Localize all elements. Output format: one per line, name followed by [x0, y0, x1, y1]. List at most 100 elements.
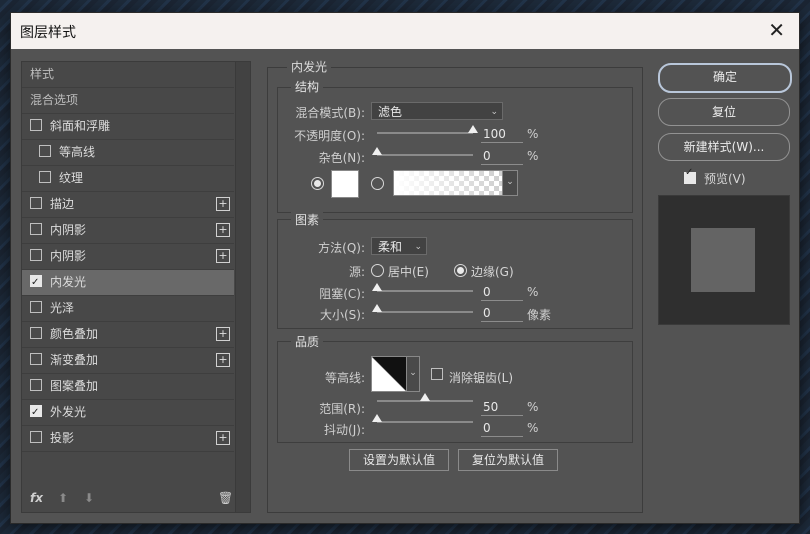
preview-square — [691, 228, 755, 292]
gradient-swatch[interactable] — [393, 170, 503, 196]
style-item-checkbox[interactable] — [30, 431, 42, 443]
style-item-5[interactable]: 描边 + — [22, 192, 234, 218]
style-item-checkbox[interactable] — [39, 145, 51, 157]
style-item-3[interactable]: 等高线 — [22, 140, 234, 166]
noise-input[interactable]: 0 — [481, 148, 523, 165]
style-item-label: 样式 — [30, 67, 55, 81]
move-down-icon[interactable]: ⬇ — [84, 491, 94, 505]
size-slider-thumb[interactable] — [372, 304, 382, 312]
source-edge-radio[interactable] — [454, 264, 467, 277]
solid-color-radio[interactable] — [311, 177, 324, 190]
source-center-radio[interactable] — [371, 264, 384, 277]
size-slider[interactable] — [372, 304, 473, 313]
style-item-label: 内阴影 — [50, 249, 87, 263]
style-item-label: 描边 — [50, 197, 75, 211]
styles-list-footer: fx ⬆ ⬇ 🗑 — [22, 486, 234, 512]
add-icon[interactable]: + — [216, 197, 230, 211]
dialog-title: 图层样式 — [20, 25, 76, 41]
styles-list-scrollbar[interactable] — [235, 62, 250, 512]
style-item-8[interactable]: 内发光 — [22, 270, 234, 296]
choke-label: 阻塞(C): — [319, 287, 365, 301]
contour-dropdown[interactable]: ⌄ — [406, 356, 420, 392]
style-item-11[interactable]: 渐变叠加 + — [22, 348, 234, 374]
add-icon[interactable]: + — [216, 353, 230, 367]
style-item-10[interactable]: 颜色叠加 + — [22, 322, 234, 348]
style-item-14[interactable]: 投影 + — [22, 426, 234, 452]
method-select[interactable]: 柔和 ⌄ — [371, 237, 427, 255]
add-icon[interactable]: + — [216, 249, 230, 263]
style-preview — [658, 195, 790, 325]
style-item-checkbox[interactable] — [30, 197, 42, 209]
contour-preview[interactable] — [371, 356, 407, 392]
style-item-7[interactable]: 内阴影 + — [22, 244, 234, 270]
add-icon[interactable]: + — [216, 431, 230, 445]
jitter-input[interactable]: 0 — [481, 420, 523, 437]
style-item-9[interactable]: 光泽 — [22, 296, 234, 322]
jitter-slider-thumb[interactable] — [372, 414, 382, 422]
style-item-0[interactable]: 样式 — [22, 62, 234, 88]
style-item-label: 斜面和浮雕 — [50, 119, 111, 133]
ok-button[interactable]: 确定 — [658, 63, 792, 93]
opacity-input[interactable]: 100 — [481, 126, 523, 143]
fx-icon[interactable]: fx — [30, 491, 43, 505]
choke-slider-thumb[interactable] — [372, 283, 382, 291]
add-icon[interactable]: + — [216, 223, 230, 237]
source-center-label[interactable]: 居中(E) — [388, 263, 429, 280]
set-default-button[interactable]: 设置为默认值 — [349, 449, 449, 471]
source-edge-label[interactable]: 边缘(G) — [471, 263, 514, 280]
style-item-checkbox[interactable] — [39, 171, 51, 183]
jitter-slider[interactable] — [372, 414, 473, 423]
style-item-checkbox[interactable] — [30, 379, 42, 391]
noise-unit: % — [527, 149, 539, 163]
style-item-4[interactable]: 纹理 — [22, 166, 234, 192]
preview-label[interactable]: 预览(V) — [704, 170, 746, 187]
gradient-radio[interactable] — [371, 177, 384, 190]
style-item-checkbox[interactable] — [30, 400, 42, 425]
move-up-icon[interactable]: ⬆ — [58, 491, 68, 505]
antialias-label[interactable]: 消除锯齿(L) — [449, 369, 513, 386]
chevron-down-icon: ⌄ — [414, 242, 422, 252]
color-swatch[interactable] — [331, 170, 359, 198]
quality-title: 品质 — [291, 333, 324, 350]
style-item-checkbox[interactable] — [30, 301, 42, 313]
new-style-button[interactable]: 新建样式(W)... — [658, 133, 790, 161]
choke-unit: % — [527, 285, 539, 299]
style-item-label: 等高线 — [59, 145, 96, 159]
style-item-checkbox[interactable] — [30, 223, 42, 235]
blend-mode-select[interactable]: 滤色 ⌄ — [371, 102, 503, 120]
reset-default-button[interactable]: 复位为默认值 — [458, 449, 558, 471]
gradient-dropdown[interactable]: ⌄ — [502, 170, 518, 196]
reset-button[interactable]: 复位 — [658, 98, 790, 126]
style-item-12[interactable]: 图案叠加 — [22, 374, 234, 400]
range-slider-thumb[interactable] — [420, 393, 430, 401]
style-item-checkbox[interactable] — [30, 249, 42, 261]
choke-input[interactable]: 0 — [481, 284, 523, 301]
size-unit: 像素 — [527, 308, 552, 322]
preview-checkbox[interactable] — [684, 167, 696, 184]
style-item-checkbox[interactable] — [30, 119, 42, 131]
style-item-13[interactable]: 外发光 — [22, 400, 234, 426]
style-item-checkbox[interactable] — [30, 270, 42, 295]
add-icon[interactable]: + — [216, 327, 230, 341]
panel-title: 内发光 — [287, 58, 332, 75]
range-slider[interactable] — [377, 393, 473, 402]
style-item-label: 内发光 — [50, 275, 87, 289]
style-item-1[interactable]: 混合选项 — [22, 88, 234, 114]
antialias-checkbox[interactable] — [431, 368, 443, 380]
style-item-6[interactable]: 内阴影 + — [22, 218, 234, 244]
trash-icon[interactable]: 🗑 — [218, 491, 233, 505]
style-item-2[interactable]: 斜面和浮雕 — [22, 114, 234, 140]
opacity-slider-thumb[interactable] — [468, 125, 478, 133]
close-icon[interactable]: ✕ — [768, 18, 785, 42]
style-item-checkbox[interactable] — [30, 327, 42, 339]
noise-slider[interactable] — [372, 147, 473, 156]
opacity-unit: % — [527, 127, 539, 141]
noise-slider-thumb[interactable] — [372, 147, 382, 155]
range-input[interactable]: 50 — [481, 399, 523, 416]
range-unit: % — [527, 400, 539, 414]
choke-slider[interactable] — [372, 283, 473, 292]
method-value: 柔和 — [378, 240, 403, 254]
size-input[interactable]: 0 — [481, 305, 523, 322]
style-item-checkbox[interactable] — [30, 353, 42, 365]
opacity-slider[interactable] — [377, 125, 478, 134]
